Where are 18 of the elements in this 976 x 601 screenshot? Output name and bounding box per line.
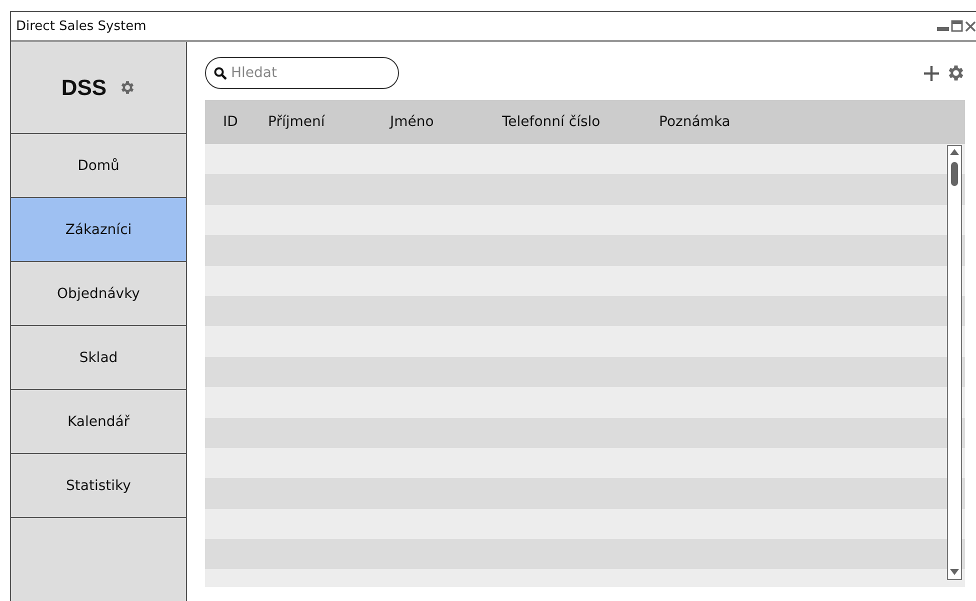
add-icon[interactable] bbox=[923, 64, 940, 82]
column-header: Jméno bbox=[390, 114, 435, 130]
scroll-thumb[interactable] bbox=[951, 162, 958, 186]
search-field[interactable]: Hledat bbox=[205, 57, 399, 89]
sidebar-item[interactable]: Zákazníci bbox=[11, 198, 186, 262]
search-icon bbox=[214, 67, 227, 80]
scrollbar[interactable] bbox=[947, 145, 962, 580]
scroll-up-icon[interactable] bbox=[950, 149, 959, 155]
column-header: Telefonní číslo bbox=[502, 114, 602, 130]
column-header: Příjmení bbox=[268, 114, 326, 130]
column-header: ID bbox=[223, 114, 239, 130]
window-title: Direct Sales System bbox=[16, 18, 146, 34]
settings-icon[interactable] bbox=[946, 63, 966, 83]
column-header: Poznámka bbox=[659, 114, 732, 130]
logo-text: DSS bbox=[61, 74, 107, 100]
close-icon[interactable] bbox=[965, 20, 976, 32]
maximize-icon[interactable] bbox=[951, 20, 963, 32]
settings-icon bbox=[118, 79, 136, 96]
